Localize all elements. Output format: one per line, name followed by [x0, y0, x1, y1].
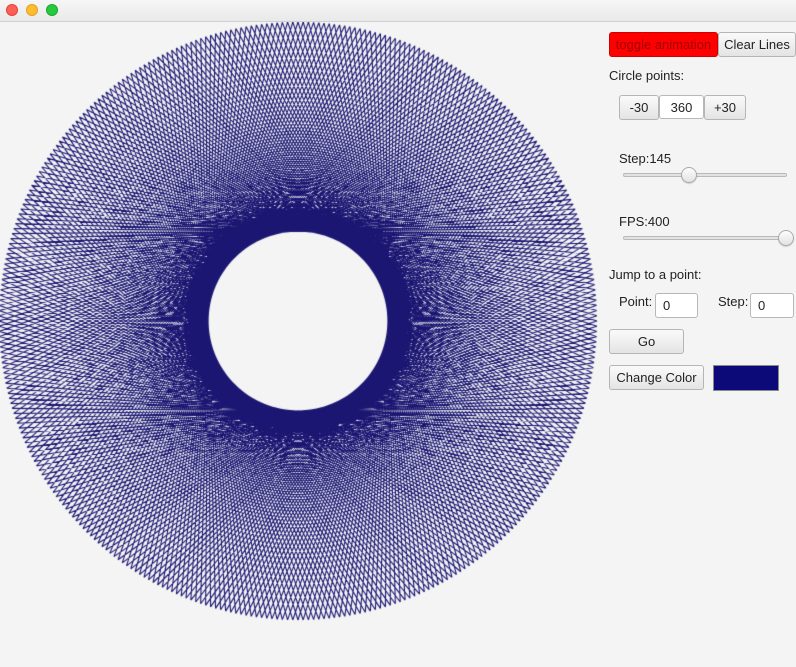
- circle-points-input[interactable]: [659, 95, 704, 119]
- fps-label-group: FPS:400: [619, 214, 670, 229]
- jump-step-input[interactable]: [750, 293, 794, 318]
- step-label-group: Step:145: [619, 151, 671, 166]
- fps-value: 400: [647, 214, 670, 229]
- fps-label: FPS:: [619, 214, 648, 229]
- minus-30-button[interactable]: -30: [619, 95, 659, 120]
- clear-lines-button[interactable]: Clear Lines: [718, 32, 796, 57]
- step-slider-track[interactable]: [623, 173, 787, 177]
- jump-to-point-label: Jump to a point:: [609, 267, 702, 282]
- fps-slider-thumb[interactable]: [778, 230, 794, 246]
- maximize-window-button[interactable]: [46, 4, 58, 16]
- point-label: Point:: [619, 294, 653, 309]
- go-button[interactable]: Go: [609, 329, 684, 354]
- point-input[interactable]: [655, 293, 698, 318]
- change-color-button[interactable]: Change Color: [609, 365, 704, 390]
- step-label: Step:: [619, 151, 650, 166]
- color-swatch[interactable]: [713, 365, 779, 391]
- toggle-animation-button[interactable]: toggle animation: [609, 32, 718, 57]
- close-window-button[interactable]: [6, 4, 18, 16]
- plus-30-button[interactable]: +30: [704, 95, 746, 120]
- step-value: 145: [649, 151, 672, 166]
- fps-slider-track[interactable]: [623, 236, 787, 240]
- step-slider-thumb[interactable]: [681, 167, 698, 183]
- jump-step-label: Step:: [718, 294, 749, 309]
- minimize-window-button[interactable]: [26, 4, 38, 16]
- window-titlebar: [0, 0, 796, 22]
- spirograph-canvas: [0, 22, 600, 667]
- circle-points-label: Circle points:: [609, 68, 685, 83]
